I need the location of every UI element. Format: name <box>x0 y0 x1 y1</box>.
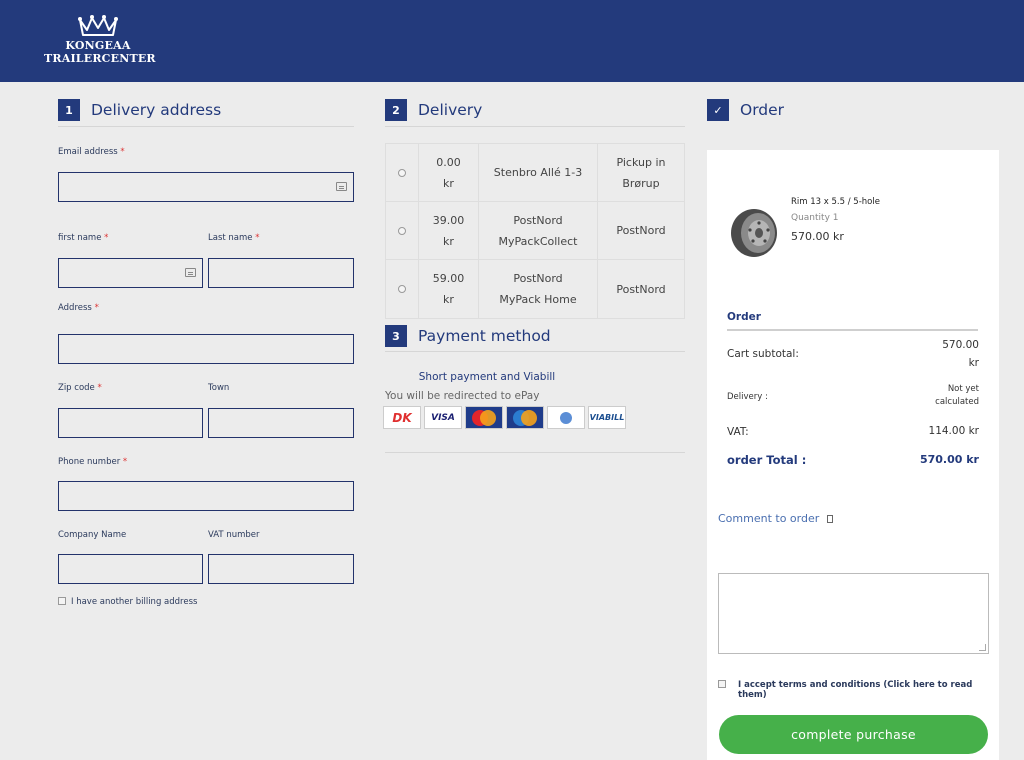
town-field[interactable] <box>208 408 354 438</box>
brand-logo[interactable]: KONGEAA TRAILERCENTER <box>44 12 156 65</box>
delivery-address-heading: 1 Delivery address <box>58 99 221 121</box>
complete-purchase-button[interactable]: complete purchase <box>719 715 988 754</box>
autofill-icon <box>336 182 347 191</box>
delivery-cost-value: Not yet calculated <box>935 384 979 407</box>
vat-label: VAT: <box>727 426 749 438</box>
vat-field[interactable] <box>208 554 354 584</box>
first-name-label: first name * <box>58 233 109 243</box>
address-label: Address * <box>58 303 99 313</box>
delivery-name: Stenbro Allé 1-3 <box>479 144 598 201</box>
payment-heading: 3 Payment method <box>385 325 551 347</box>
phone-field[interactable] <box>58 481 354 511</box>
subtotal-value: 570.00 kr <box>942 339 979 369</box>
delivery-radio[interactable] <box>398 226 406 235</box>
contact-card-icon <box>185 268 196 277</box>
step-number: 1 <box>58 99 80 121</box>
section-title: Delivery address <box>91 101 222 119</box>
payment-card-logos: DK VISA VIABILL <box>383 406 626 429</box>
last-name-label: Last name * <box>208 233 260 243</box>
comment-icon <box>827 515 834 523</box>
comment-toggle[interactable]: Comment to order <box>718 512 834 525</box>
check-icon: ✓ <box>707 99 729 121</box>
delivery-option[interactable]: 59.00 kr PostNord MyPack Home PostNord <box>386 260 684 318</box>
mastercard-icon <box>465 406 503 429</box>
company-field[interactable] <box>58 554 203 584</box>
delivery-price: 59.00 kr <box>419 260 479 318</box>
product-name[interactable]: Rim 13 x 5.5 / 5-hole <box>791 197 880 207</box>
delivery-name: PostNord MyPack Home <box>479 260 598 318</box>
vat-value: 114.00 kr <box>928 425 979 437</box>
town-label: Town <box>208 383 230 393</box>
section-title: Order <box>740 101 785 119</box>
delivery-carrier: PostNord <box>616 282 666 296</box>
first-name-field[interactable] <box>58 258 203 288</box>
delivery-options-table: 0.00 kr Stenbro Allé 1-3 Pickup in Brørup … <box>385 143 685 319</box>
payment-option-subtitle: You will be redirected to ePay <box>385 390 540 402</box>
step-number: 3 <box>385 325 407 347</box>
divider <box>385 452 685 453</box>
step-number: 2 <box>385 99 407 121</box>
section-title: Payment method <box>418 327 551 345</box>
zip-label: Zip code * <box>58 383 102 393</box>
terms-link[interactable]: I accept terms and conditions (Click her… <box>738 680 999 700</box>
order-heading: ✓ Order <box>707 99 784 121</box>
delivery-cost-label: Delivery : <box>727 392 768 402</box>
order-total-label: order Total : <box>727 453 807 467</box>
product-quantity: Quantity 1 <box>791 213 839 223</box>
phone-label: Phone number * <box>58 457 128 467</box>
dankort-icon: DK <box>383 406 421 429</box>
viabill-icon: VIABILL <box>588 406 626 429</box>
section-title: Delivery <box>418 101 483 119</box>
mobilepay-icon <box>547 406 585 429</box>
delivery-option[interactable]: 39.00 kr PostNord MyPackCollect PostNord <box>386 202 684 260</box>
brand-name-line2: TRAILERCENTER <box>44 52 156 65</box>
product-price: 570.00 kr <box>791 230 844 243</box>
vat-label: VAT number <box>208 530 260 540</box>
wheel-rim-image <box>731 209 777 257</box>
visa-icon: VISA <box>424 406 462 429</box>
delivery-name: PostNord MyPackCollect <box>479 202 598 259</box>
crown-icon <box>78 15 118 36</box>
site-header: KONGEAA TRAILERCENTER <box>0 0 1024 82</box>
divider <box>58 126 354 127</box>
maestro-icon <box>506 406 544 429</box>
brand-name-line1: KONGEAA <box>65 39 131 52</box>
divider <box>385 126 685 127</box>
order-panel: Rim 13 x 5.5 / 5-hole Quantity 1 570.00 … <box>707 150 999 760</box>
comment-textarea[interactable] <box>718 573 989 654</box>
delivery-price: 39.00 kr <box>419 202 479 259</box>
delivery-heading: 2 Delivery <box>385 99 482 121</box>
delivery-radio[interactable] <box>398 168 406 177</box>
divider <box>727 329 978 331</box>
order-summary-title: Order <box>727 311 761 323</box>
zip-field[interactable] <box>58 408 203 438</box>
delivery-price: 0.00 kr <box>419 144 479 201</box>
delivery-carrier: PostNord <box>616 224 666 237</box>
address-field[interactable] <box>58 334 354 364</box>
delivery-radio[interactable] <box>398 285 406 293</box>
order-total-value: 570.00 kr <box>919 453 979 466</box>
divider <box>385 351 685 352</box>
delivery-carrier: Pickup in Brørup <box>616 155 666 190</box>
subtotal-label: Cart subtotal: <box>727 348 799 360</box>
payment-option-title[interactable]: Short payment and Viabill <box>385 371 589 383</box>
delivery-option[interactable]: 0.00 kr Stenbro Allé 1-3 Pickup in Brørup <box>386 144 684 202</box>
terms-checkbox[interactable] <box>718 680 726 688</box>
email-label: Email address * <box>58 147 125 157</box>
resize-handle-icon[interactable] <box>979 644 986 651</box>
last-name-field[interactable] <box>208 258 354 288</box>
company-label: Company Name <box>58 530 127 540</box>
billing-address-checkbox[interactable] <box>58 597 66 605</box>
email-field[interactable] <box>58 172 354 202</box>
billing-address-label: I have another billing address <box>71 597 198 607</box>
